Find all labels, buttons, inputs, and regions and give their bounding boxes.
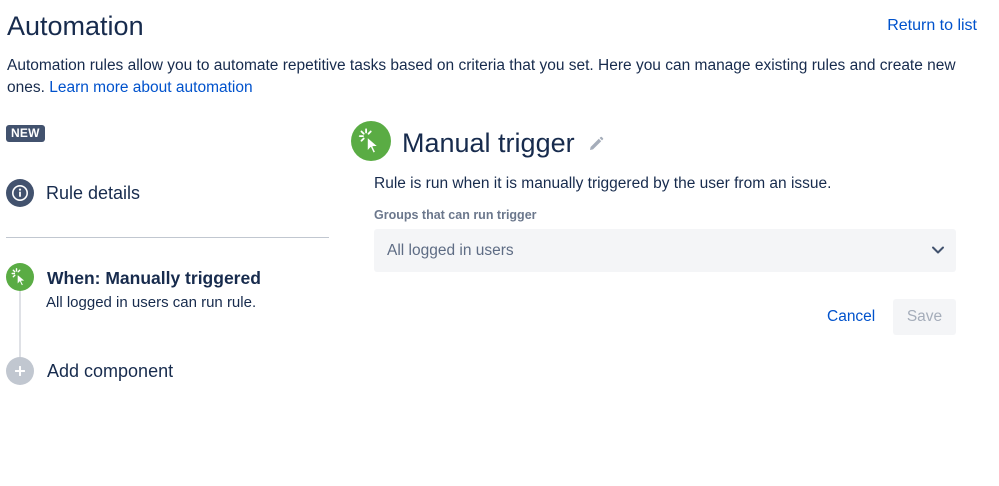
sidebar-divider <box>6 237 329 238</box>
panel-description: Rule is run when it is manually triggere… <box>374 175 832 192</box>
save-button[interactable]: Save <box>893 299 956 335</box>
timeline-connector <box>19 290 21 358</box>
page-description: Automation rules allow you to automate r… <box>7 55 982 99</box>
pencil-icon[interactable] <box>587 135 605 153</box>
panel-title: Manual trigger <box>402 128 575 158</box>
chevron-down-icon <box>931 243 945 257</box>
trigger-title: When: Manually triggered <box>47 268 261 288</box>
page-title: Automation <box>7 11 144 41</box>
plus-icon <box>6 357 34 385</box>
cursor-click-icon <box>351 121 391 161</box>
groups-select-value: All logged in users <box>387 242 514 259</box>
return-to-list-link[interactable]: Return to list <box>887 16 977 36</box>
info-icon <box>6 179 34 207</box>
rule-details-label: Rule details <box>46 183 141 203</box>
new-badge: NEW <box>6 125 45 142</box>
cursor-click-icon <box>6 263 34 291</box>
add-component-label: Add component <box>47 361 174 381</box>
groups-field-label: Groups that can run trigger <box>374 208 537 222</box>
groups-select[interactable]: All logged in users <box>374 229 956 272</box>
sidebar-item-rule-details[interactable]: Rule details <box>6 179 140 207</box>
learn-more-link[interactable]: Learn more about automation <box>49 79 252 96</box>
cancel-button[interactable]: Cancel <box>815 299 887 335</box>
trigger-subtitle: All logged in users can run rule. <box>46 294 257 311</box>
add-component-button[interactable]: Add component <box>6 357 173 385</box>
